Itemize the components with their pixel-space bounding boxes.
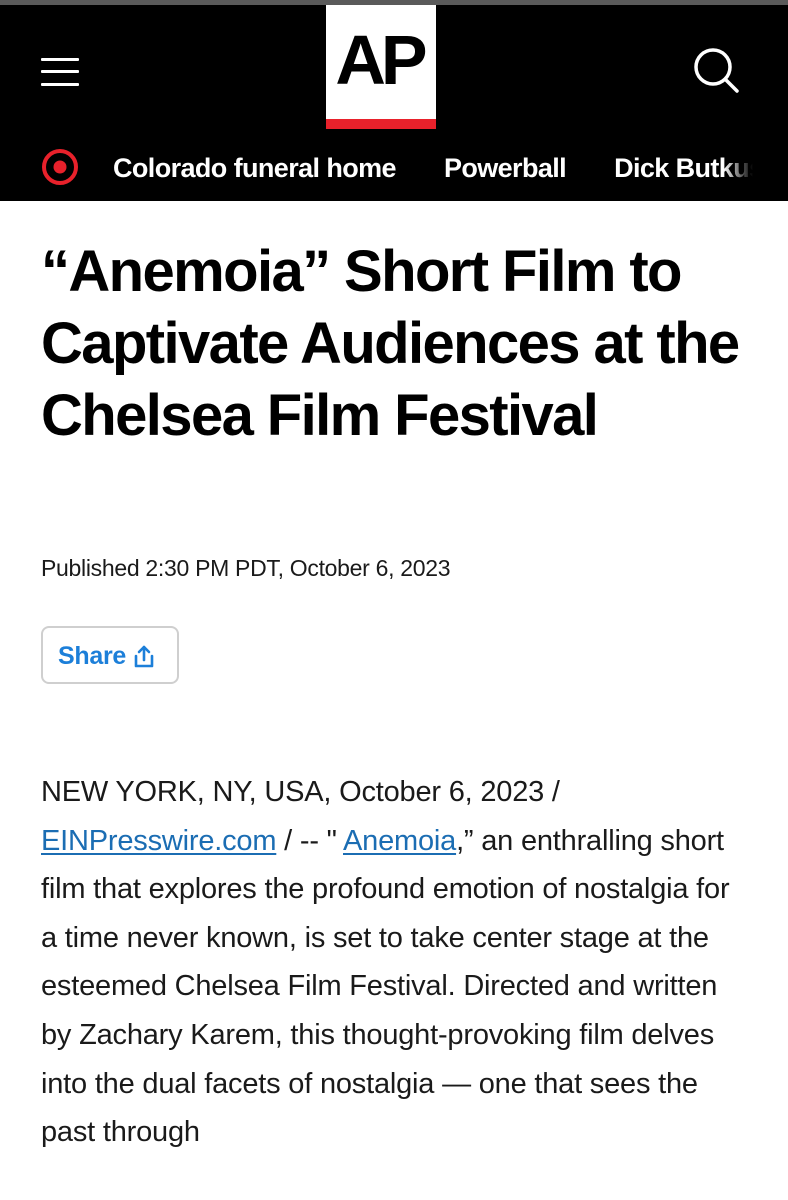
trending-item-dick-butkus[interactable]: Dick Butkus [614, 145, 753, 191]
trending-item-powerball[interactable]: Powerball [444, 145, 567, 191]
einpresswire-link[interactable]: EINPresswire.com [41, 825, 276, 857]
logo-text: AP [335, 21, 427, 99]
trending-item-colorado-funeral-home[interactable]: Colorado funeral home [113, 145, 397, 191]
share-upload-icon [130, 642, 158, 670]
article-headline: “Anemoia” Short Film to Captivate Audien… [41, 239, 740, 448]
target-icon [41, 148, 79, 186]
site-header: AP Colorado funeral home Powerball Dick Bu… [0, 5, 788, 201]
published-timestamp: Published 2:30 PM PDT, October 6, 2023 [41, 555, 451, 581]
article-body-text: ,” an enthralling short film that explor… [41, 824, 730, 1149]
article-body-paragraph: NEW YORK, NY, USA, October 6, 2023 / EIN… [41, 768, 753, 1157]
hamburger-menu-icon[interactable] [41, 58, 79, 86]
article-dateline: NEW YORK, NY, USA, October 6, 2023 / [41, 776, 560, 808]
article-body-separator: / -- " [276, 824, 343, 857]
share-button[interactable]: Share [41, 626, 179, 684]
search-icon[interactable] [691, 45, 741, 95]
ap-logo[interactable]: AP [326, 5, 436, 129]
anemoia-link[interactable]: Anemoia [343, 825, 456, 857]
trending-list: Colorado funeral home Powerball Dick Butku… [113, 145, 753, 191]
article-page: AP Colorado funeral home Powerball Dick Bu… [0, 0, 788, 1200]
trending-bar: Colorado funeral home Powerball Dick Butku… [0, 145, 788, 191]
share-button-label: Share [58, 642, 126, 670]
